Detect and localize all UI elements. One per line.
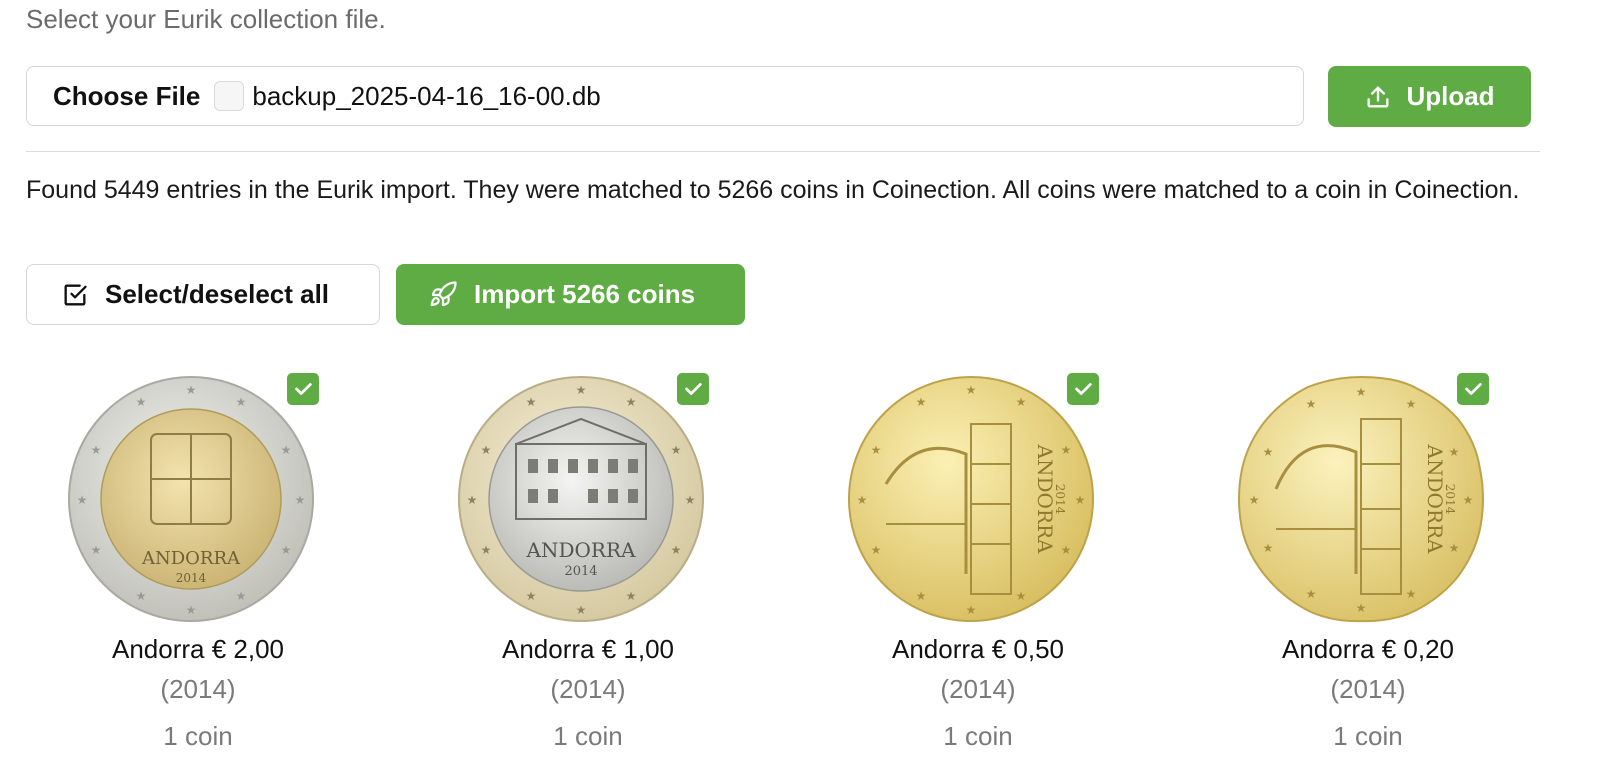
import-label: Import 5266 coins [474,279,696,309]
svg-text:★: ★ [871,443,882,457]
svg-text:★: ★ [576,603,587,617]
coin-select-checkbox[interactable] [1067,373,1099,405]
svg-text:★: ★ [1356,601,1367,615]
svg-text:★: ★ [1406,397,1417,411]
upload-button[interactable]: Upload [1328,66,1531,127]
svg-text:★: ★ [1016,589,1027,603]
svg-text:★: ★ [857,493,868,507]
check-icon [685,383,702,395]
svg-text:★: ★ [281,543,292,557]
svg-text:★: ★ [916,589,927,603]
svg-text:★: ★ [1061,543,1072,557]
coin-minted-year: 2014 [1443,484,1457,515]
svg-text:★: ★ [236,395,247,409]
svg-text:★: ★ [916,395,927,409]
coin-minted-year: 2014 [176,571,207,585]
select-deselect-all-button[interactable]: Select/deselect all [26,264,380,325]
coin-legend: ANDORRA [141,548,241,569]
svg-text:★: ★ [1449,541,1460,555]
coin-select-checkbox[interactable] [677,373,709,405]
check-icon [1075,383,1092,395]
svg-text:★: ★ [576,383,587,397]
checkbox-icon [64,284,87,305]
svg-text:★: ★ [481,443,492,457]
svg-text:★: ★ [295,493,306,507]
svg-text:★: ★ [1061,443,1072,457]
svg-text:★: ★ [1306,397,1317,411]
select-all-label: Select/deselect all [105,279,330,309]
coin-title: Andorra € 2,00 [111,634,284,664]
svg-text:★: ★ [236,589,247,603]
coin-minted-year: 2014 [1053,484,1067,515]
coin-select-checkbox[interactable] [1457,373,1489,405]
instruction-text: Select your Eurik collection file. [26,4,386,34]
coin-count: 1 coin [163,721,233,751]
svg-text:★: ★ [467,493,478,507]
svg-text:★: ★ [77,493,88,507]
coin-year: (2014) [160,674,236,704]
import-coins-button[interactable]: Import 5266 coins [396,264,745,325]
upload-label: Upload [1406,81,1495,111]
svg-text:★: ★ [186,383,197,397]
coin-card[interactable]: ANDORRA 2014 ★ ★ ★ ★ ★ ★ ★ ★ ★ ★ ★ ★ Andorra € 1… [423,370,753,774]
svg-text:★: ★ [626,395,637,409]
svg-text:★: ★ [1075,493,1086,507]
svg-text:★: ★ [91,443,102,457]
svg-text:★: ★ [1463,493,1474,507]
coin-select-checkbox[interactable] [287,373,319,405]
svg-text:★: ★ [526,589,537,603]
svg-text:★: ★ [671,443,682,457]
coin-year: (2014) [940,674,1016,704]
svg-text:★: ★ [1406,587,1417,601]
coin-title: Andorra € 0,50 [891,634,1064,664]
svg-text:★: ★ [1306,587,1317,601]
coin-card[interactable]: ANDORRA 2014 ★ ★ ★ ★ ★ ★ ★ ★ ★ ★ ★ ★ Andorra € 0… [1203,370,1533,774]
coin-image: ANDORRA 2014 ★ ★ ★ ★ ★ ★ ★ ★ ★ ★ ★ ★ [458,376,704,622]
svg-text:★: ★ [1356,385,1367,399]
coin-title: Andorra € 0,20 [1281,634,1454,664]
coin-legend: ANDORRA [526,538,636,562]
svg-text:★: ★ [671,543,682,557]
coin-count: 1 coin [943,721,1013,751]
coin-image: ANDORRA 2014 ★★ ★ ★ ★★ ★★ ★ ★ ★★ [1238,375,1484,623]
check-icon [1465,383,1482,395]
coin-minted-year: 2014 [564,564,597,579]
svg-text:★: ★ [91,543,102,557]
svg-text:★: ★ [1263,541,1274,555]
svg-text:★: ★ [481,543,492,557]
svg-text:★: ★ [136,395,147,409]
svg-text:★: ★ [281,443,292,457]
svg-text:★: ★ [136,589,147,603]
svg-text:★: ★ [1263,445,1274,459]
svg-text:★: ★ [626,589,637,603]
svg-text:★: ★ [966,383,977,397]
coin-card[interactable]: ANDORRA 2014 ★ ★ ★ ★ ★ ★ ★ ★ ★ ★ ★ ★ Andorra € 0… [813,370,1143,774]
upload-icon [1367,86,1389,108]
coin-card[interactable]: ANDORRA 2014 ★ ★ ★ ★ ★ ★ ★ ★ ★ ★ ★ ★ Andorra € 2… [33,370,363,774]
svg-text:★: ★ [871,543,882,557]
coin-year: (2014) [550,674,626,704]
coin-count: 1 coin [1333,721,1403,751]
svg-text:★: ★ [1449,445,1460,459]
svg-text:★: ★ [685,493,696,507]
rocket-icon [430,280,457,306]
choose-file-button[interactable]: Choose File [53,81,200,112]
selected-file-name: backup_2025-04-16_16-00.db [252,80,601,111]
coin-year: (2014) [1330,674,1406,704]
file-icon [214,81,245,111]
svg-text:★: ★ [1249,493,1260,507]
divider [26,151,1540,152]
coin-count: 1 coin [553,721,623,751]
file-input[interactable]: Choose File backup_2025-04-16_16-00.db [26,66,1304,126]
svg-text:★: ★ [1016,395,1027,409]
svg-text:★: ★ [966,603,977,617]
coin-image: ANDORRA 2014 ★ ★ ★ ★ ★ ★ ★ ★ ★ ★ ★ ★ [68,376,314,622]
svg-text:★: ★ [526,395,537,409]
coin-title: Andorra € 1,00 [501,634,674,664]
coin-image: ANDORRA 2014 ★★ ★ ★ ★★ ★★ ★ ★ ★★ [848,376,1094,622]
check-icon [295,383,312,395]
svg-text:★: ★ [186,603,197,617]
import-summary: Found 5449 entries in the Eurik import. … [26,176,1520,204]
